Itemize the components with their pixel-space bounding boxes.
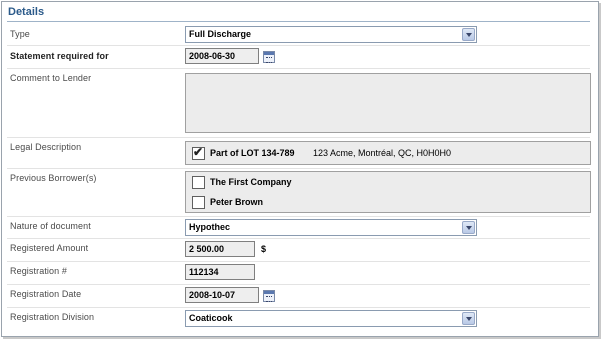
registration-division-value: Coaticook [189,313,233,323]
registration-number-label: Registration # [10,266,67,276]
checkmark-icon: ✔ [193,145,204,159]
section-divider [7,21,590,22]
row-legal-description: Legal Description ✔ Part of LOT 134-789 … [7,138,591,169]
chevron-down-icon[interactable] [462,221,475,234]
comment-to-lender-label: Comment to Lender [10,73,92,83]
nature-of-document-value: Hypothec [189,222,231,232]
statement-date-input[interactable]: 2008-06-30 [185,48,259,64]
borrower-checkbox-first-company[interactable] [192,176,205,189]
type-select[interactable]: Full Discharge [185,26,477,43]
nature-of-document-select[interactable]: Hypothec [185,219,477,236]
section-title: Details [8,6,45,18]
comment-to-lender-textarea[interactable] [185,73,591,133]
chevron-down-icon[interactable] [462,28,475,41]
registered-amount-input[interactable]: 2 500.00 [185,241,255,257]
previous-borrowers-box: The First Company Peter Brown [185,171,591,213]
calendar-icon[interactable] [263,290,275,302]
nature-of-document-label: Nature of document [10,221,91,231]
borrower-checkbox-peter-brown[interactable] [192,196,205,209]
borrower-option-label: Peter Brown [210,197,264,207]
registration-number-value: 112134 [189,267,219,277]
registration-number-input[interactable]: 112134 [185,264,255,280]
borrower-option-label: The First Company [210,177,292,187]
row-registration-date: Registration Date 2008-10-07 [7,285,590,308]
row-statement-required-for: Statement required for 2008-06-30 [7,46,590,69]
legal-description-label: Legal Description [10,142,82,152]
registration-date-label: Registration Date [10,289,82,299]
legal-description-option-label: Part of LOT 134-789 [210,148,295,158]
row-registration-number: Registration # 112134 [7,262,590,285]
registered-amount-value: 2 500.00 [189,244,225,254]
details-panel: Details Type Full Discharge Statement re… [1,1,599,337]
legal-description-checkbox[interactable]: ✔ [192,145,205,160]
statement-required-for-label: Statement required for [10,51,109,61]
type-label: Type [10,29,30,39]
row-type: Type Full Discharge [7,24,590,46]
legal-description-address: 123 Acme, Montréal, QC, H0H0H0 [313,148,452,158]
row-previous-borrowers: Previous Borrower(s) The First Company P… [7,169,591,217]
row-nature-of-document: Nature of document Hypothec [7,217,590,239]
registration-date-value: 2008-10-07 [189,290,236,300]
registration-date-input[interactable]: 2008-10-07 [185,287,259,303]
type-value: Full Discharge [189,29,252,39]
calendar-icon[interactable] [263,51,275,63]
registration-division-select[interactable]: Coaticook [185,310,477,327]
previous-borrowers-label: Previous Borrower(s) [10,173,97,183]
registration-division-label: Registration Division [10,312,95,322]
row-registration-division: Registration Division Coaticook [7,308,590,329]
row-registered-amount: Registered Amount 2 500.00 $ [7,239,590,262]
row-comment-to-lender: Comment to Lender [7,69,591,138]
currency-unit: $ [261,244,267,254]
statement-date-value: 2008-06-30 [189,51,236,61]
chevron-down-icon[interactable] [462,312,475,325]
registered-amount-label: Registered Amount [10,243,89,253]
legal-description-box: ✔ Part of LOT 134-789 123 Acme, Montréal… [185,141,591,165]
